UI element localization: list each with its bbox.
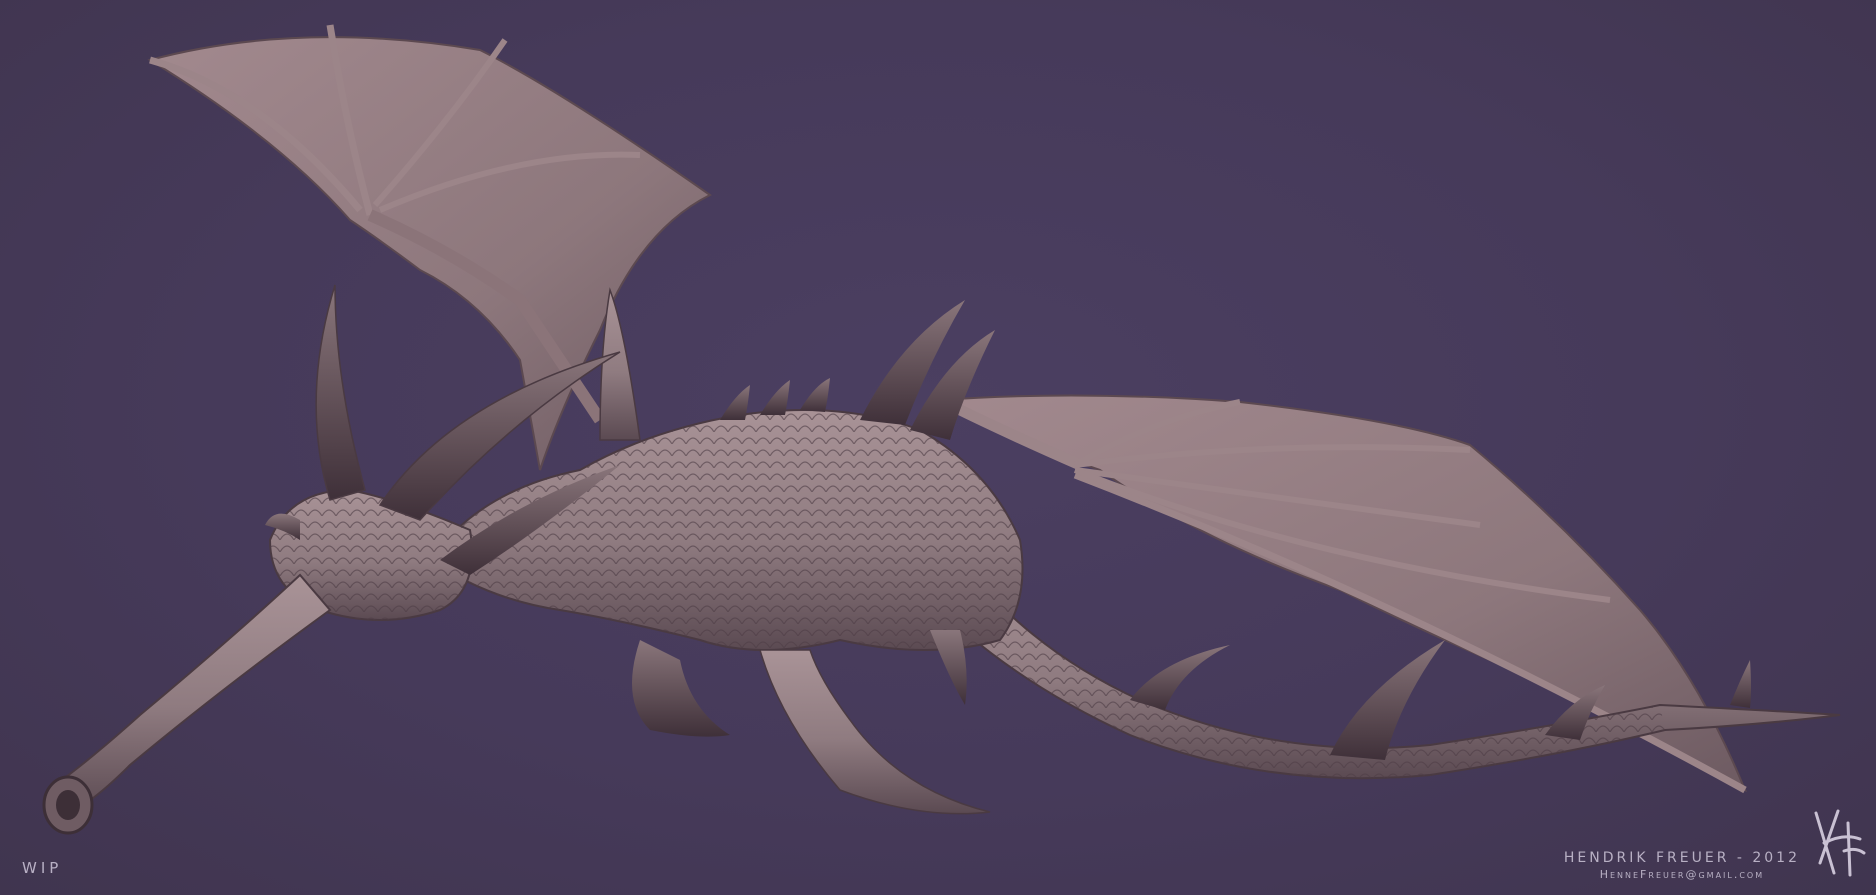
artist-credit: HENDRIK FREUER - 2012 HenneFreuer@gmail.… <box>1564 850 1800 881</box>
author-email: HenneFreuer@gmail.com <box>1599 868 1765 881</box>
image-canvas: WIP HENDRIK FREUER - 2012 HenneFreuer@gm… <box>0 0 1876 895</box>
signature-monogram <box>1814 809 1866 877</box>
author-line: HENDRIK FREUER - 2012 <box>1563 850 1800 866</box>
wip-label: WIP <box>22 859 63 877</box>
body <box>428 287 1024 815</box>
dragon-illustration <box>42 24 1841 835</box>
